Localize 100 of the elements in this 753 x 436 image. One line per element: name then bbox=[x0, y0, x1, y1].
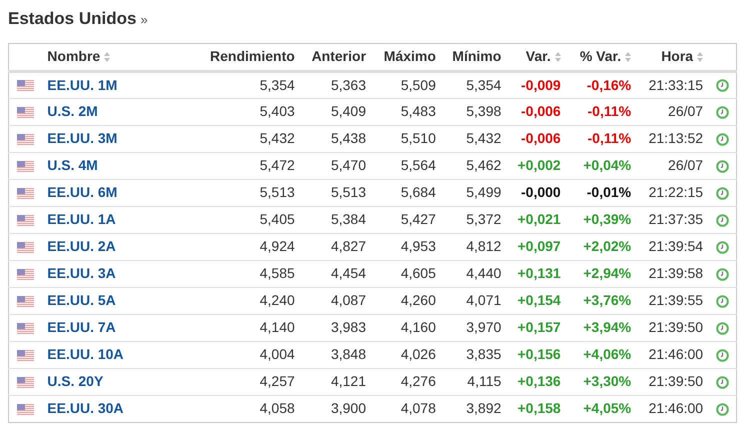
table-cell: 5,564 bbox=[372, 152, 442, 179]
change-value: -0,009 bbox=[507, 71, 567, 98]
column-header: Rendimiento bbox=[204, 43, 301, 71]
table-cell: 4,260 bbox=[372, 287, 442, 314]
table-cell: 3,892 bbox=[442, 395, 508, 422]
table-cell: 21:33:15 bbox=[637, 71, 710, 98]
percent-change: +3,30% bbox=[566, 368, 638, 395]
column-header[interactable]: Nombre bbox=[41, 43, 204, 71]
table-cell: 5,432 bbox=[204, 125, 301, 152]
table-cell: 4,257 bbox=[204, 368, 301, 395]
table-cell: 5,462 bbox=[442, 152, 508, 179]
bond-link[interactable]: EE.UU. 30A bbox=[47, 400, 124, 416]
table-cell: 4,121 bbox=[300, 368, 372, 395]
percent-change: +4,06% bbox=[566, 341, 638, 368]
flag-icon bbox=[16, 350, 34, 361]
table-cell: 3,970 bbox=[442, 314, 508, 341]
table-cell: 21:39:50 bbox=[637, 314, 710, 341]
table-cell: 5,510 bbox=[372, 125, 442, 152]
bond-link[interactable]: EE.UU. 6M bbox=[47, 184, 118, 200]
table-cell: 4,004 bbox=[204, 341, 301, 368]
percent-change: +3,94% bbox=[566, 314, 638, 341]
clock-icon[interactable] bbox=[716, 240, 730, 254]
change-value: +0,136 bbox=[507, 368, 567, 395]
table-cell: 5,403 bbox=[204, 98, 301, 125]
bond-link[interactable]: U.S. 4M bbox=[47, 157, 98, 173]
clock-icon[interactable] bbox=[716, 132, 730, 146]
table-cell: 4,924 bbox=[204, 233, 301, 260]
table-cell: 4,115 bbox=[442, 368, 508, 395]
flag-icon bbox=[16, 160, 34, 172]
clock-icon[interactable] bbox=[716, 348, 730, 362]
bond-link[interactable]: EE.UU. 1A bbox=[47, 211, 116, 227]
percent-change: +0,04% bbox=[566, 152, 638, 179]
column-header[interactable]: Var. bbox=[507, 43, 567, 71]
flag-icon bbox=[16, 80, 34, 92]
clock-icon[interactable] bbox=[716, 160, 730, 173]
table-cell: 4,276 bbox=[372, 368, 442, 395]
table-cell: 5,499 bbox=[442, 179, 508, 206]
table-cell: 4,585 bbox=[204, 260, 301, 287]
clock-icon[interactable] bbox=[716, 268, 730, 281]
bond-link[interactable]: EE.UU. 5A bbox=[47, 292, 116, 308]
clock-icon[interactable] bbox=[716, 322, 730, 335]
percent-change: -0,11% bbox=[566, 125, 638, 152]
table-cell: 21:22:15 bbox=[637, 179, 710, 206]
change-value: +0,097 bbox=[507, 233, 567, 260]
change-value: +0,131 bbox=[507, 260, 567, 287]
clock-icon[interactable] bbox=[716, 294, 730, 308]
percent-change: -0,16% bbox=[566, 71, 638, 98]
clock-icon[interactable] bbox=[716, 402, 730, 416]
column-header: Anterior bbox=[300, 43, 372, 71]
table-cell: 5,432 bbox=[442, 125, 508, 152]
bond-link[interactable]: EE.UU. 2A bbox=[47, 238, 116, 254]
table-cell: 4,440 bbox=[442, 260, 508, 287]
table-cell: 4,140 bbox=[204, 314, 301, 341]
section-title: Estados Unidos bbox=[8, 8, 136, 30]
bond-link[interactable]: EE.UU. 10A bbox=[47, 346, 124, 362]
more-link[interactable]: » bbox=[140, 10, 148, 30]
percent-change: +4,05% bbox=[566, 395, 638, 422]
bond-link[interactable]: U.S. 20Y bbox=[47, 373, 104, 389]
change-value: +0,154 bbox=[507, 287, 567, 314]
bond-link[interactable]: EE.UU. 1M bbox=[47, 76, 118, 92]
flag-icon bbox=[16, 242, 34, 253]
clock-icon[interactable] bbox=[716, 186, 730, 200]
column-header[interactable]: Hora bbox=[637, 43, 710, 71]
table-cell: 4,058 bbox=[204, 395, 301, 422]
clock-icon[interactable] bbox=[716, 376, 730, 389]
table-cell: 4,605 bbox=[372, 260, 442, 287]
column-header: Mínimo bbox=[442, 43, 508, 71]
table-cell: 21:13:52 bbox=[637, 125, 710, 152]
flag-icon bbox=[16, 268, 34, 280]
table-cell: 5,513 bbox=[204, 179, 301, 206]
percent-change: +3,76% bbox=[566, 287, 638, 314]
percent-change: +2,02% bbox=[566, 233, 638, 260]
flag-icon bbox=[16, 376, 34, 388]
change-value: +0,158 bbox=[507, 395, 567, 422]
table-cell: 21:39:54 bbox=[637, 233, 710, 260]
bond-link[interactable]: EE.UU. 3A bbox=[47, 265, 116, 281]
column-header: Máximo bbox=[372, 43, 442, 71]
table-cell: 5,398 bbox=[442, 98, 508, 125]
table-cell: 5,684 bbox=[372, 179, 442, 206]
table-cell: 5,409 bbox=[300, 98, 372, 125]
table-cell: 26/07 bbox=[637, 152, 710, 179]
flag-icon bbox=[16, 134, 34, 145]
bond-link[interactable]: U.S. 2M bbox=[47, 103, 98, 119]
table-cell: 5,470 bbox=[300, 152, 372, 179]
table-cell: 26/07 bbox=[637, 98, 710, 125]
bond-link[interactable]: EE.UU. 7A bbox=[47, 319, 116, 335]
clock-icon[interactable] bbox=[716, 106, 730, 119]
table-cell: 3,983 bbox=[300, 314, 372, 341]
flag-icon bbox=[16, 188, 34, 199]
table-cell: 5,363 bbox=[300, 71, 372, 98]
table-cell: 21:39:58 bbox=[637, 260, 710, 287]
bond-link[interactable]: EE.UU. 3M bbox=[47, 130, 118, 146]
table-cell: 5,354 bbox=[442, 71, 508, 98]
column-header[interactable]: % Var. bbox=[566, 43, 638, 71]
table-cell: 4,953 bbox=[372, 233, 442, 260]
clock-icon[interactable] bbox=[716, 214, 730, 227]
table-cell: 5,513 bbox=[300, 179, 372, 206]
percent-change: +0,39% bbox=[566, 206, 638, 233]
table-cell: 3,900 bbox=[300, 395, 372, 422]
clock-icon[interactable] bbox=[716, 79, 730, 92]
